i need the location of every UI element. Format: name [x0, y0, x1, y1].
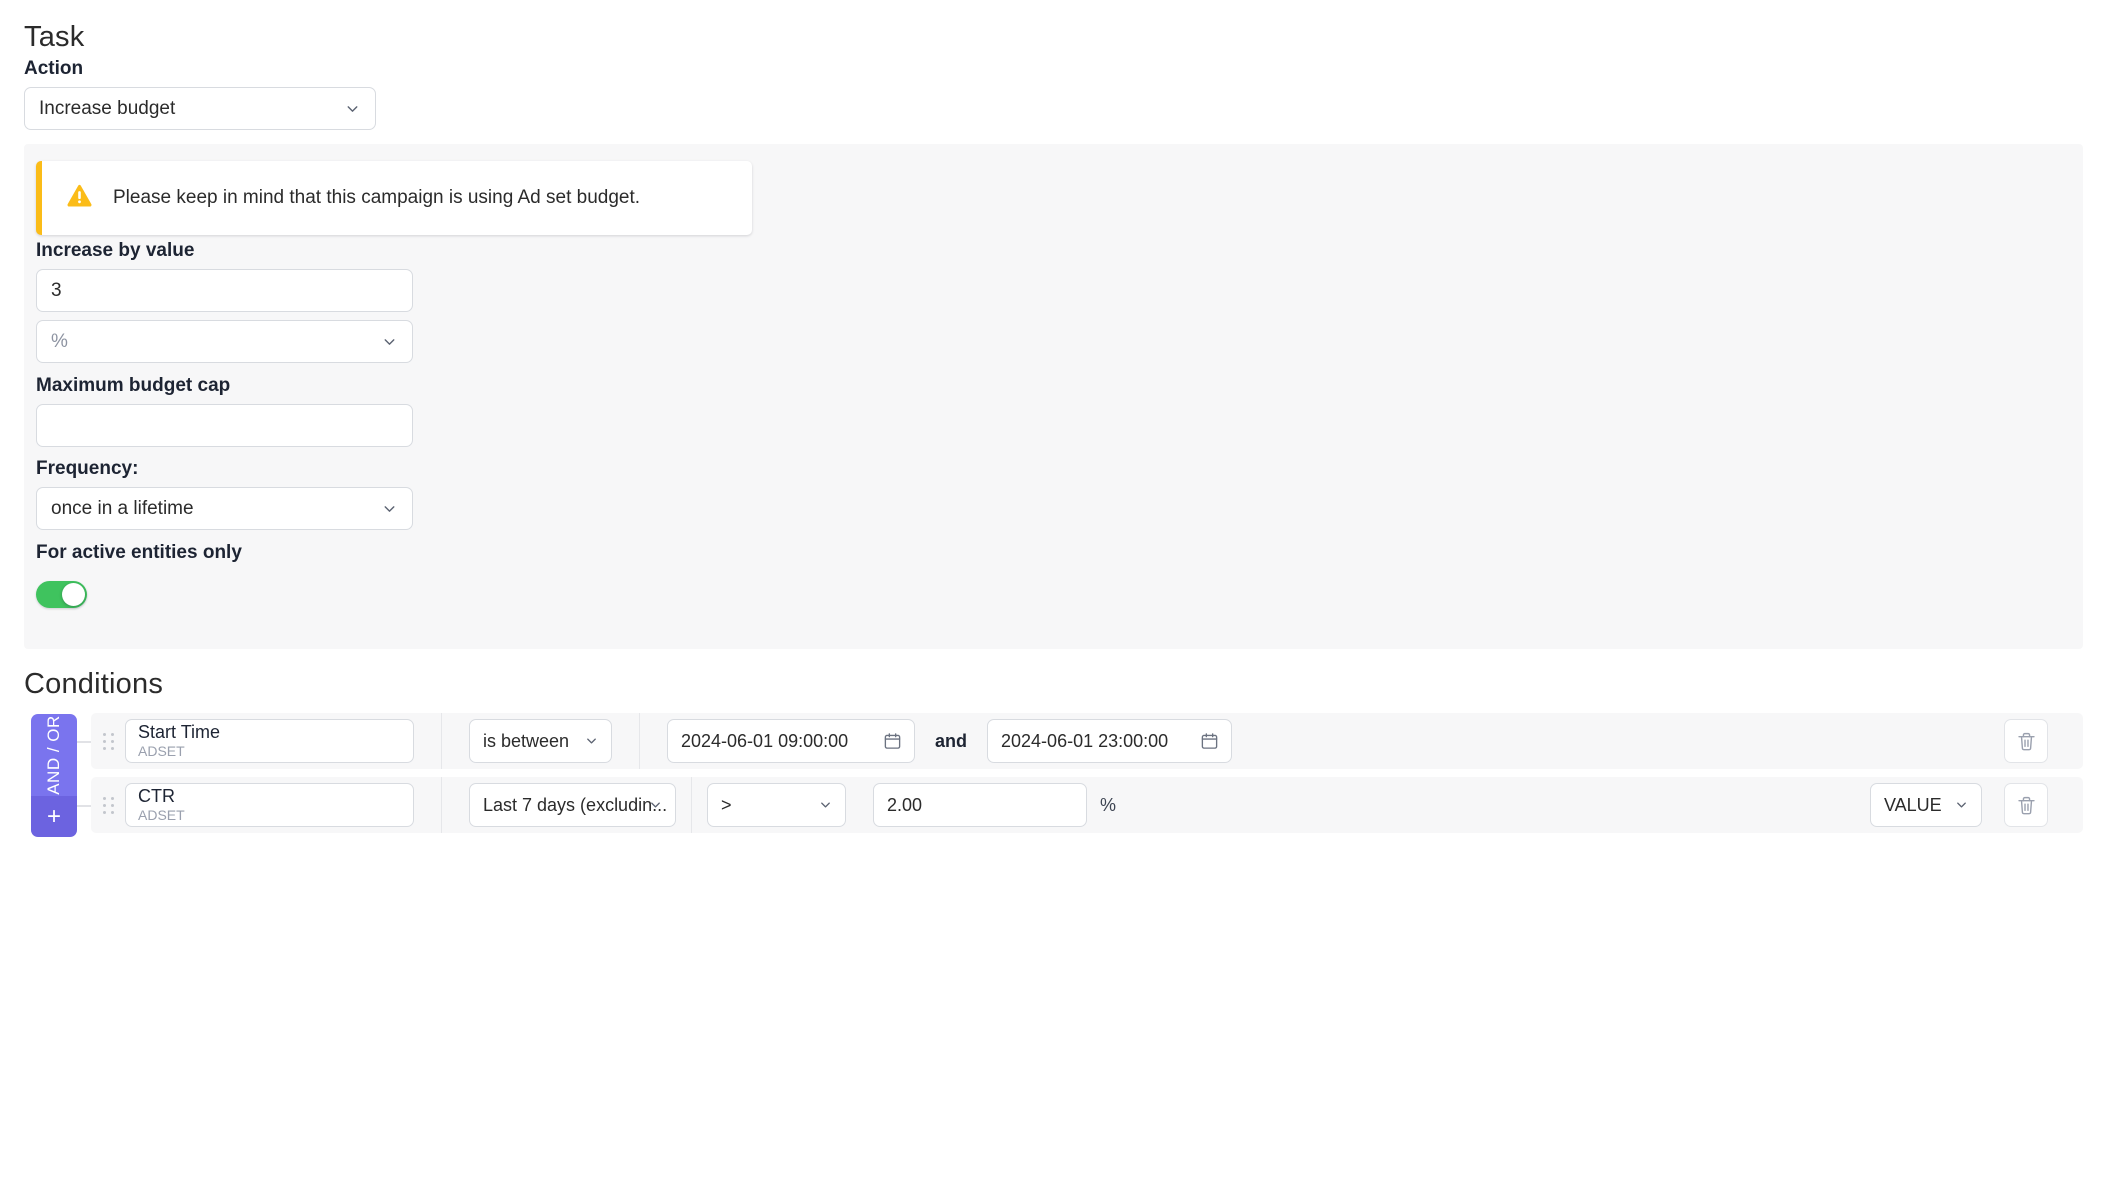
task-section-title: Task	[24, 21, 85, 53]
increase-unit-select[interactable]: %	[36, 320, 413, 363]
action-field-label: Action	[24, 58, 84, 79]
chevron-down-icon	[344, 100, 361, 117]
condition-value-text: 2.00	[887, 794, 923, 815]
chevron-down-icon	[381, 333, 398, 350]
and-or-operator-label: AND / OR	[44, 715, 63, 795]
condition-datetime-from-input[interactable]: 2024-06-01 09:00:00	[667, 719, 915, 763]
delete-condition-button[interactable]	[2004, 719, 2048, 763]
row-divider	[691, 777, 692, 833]
chevron-down-icon	[818, 798, 833, 813]
task-settings-panel: Please keep in mind that this campaign i…	[24, 144, 2083, 649]
condition-metric-level: ADSET	[138, 742, 185, 759]
maximum-budget-cap-label: Maximum budget cap	[36, 375, 231, 396]
chevron-down-icon	[1954, 798, 1969, 813]
condition-value-input[interactable]: 2.00	[873, 783, 1087, 827]
add-condition-label: +	[46, 802, 61, 830]
warning-triangle-icon	[66, 182, 93, 214]
calendar-icon[interactable]	[883, 732, 902, 751]
drag-handle-icon[interactable]	[91, 777, 125, 833]
chevron-down-icon	[648, 798, 663, 813]
maximum-budget-cap-input[interactable]	[36, 404, 413, 447]
conditions-section-title: Conditions	[24, 668, 164, 700]
and-or-operator-toggle[interactable]: AND / OR	[31, 714, 77, 796]
drag-handle-icon[interactable]	[91, 713, 125, 769]
increase-unit-value: %	[51, 330, 68, 352]
action-select-value: Increase budget	[39, 97, 176, 119]
condition-metric-name: Start Time	[138, 722, 221, 743]
group-connector-line-2	[77, 805, 91, 807]
for-active-entities-toggle[interactable]	[36, 581, 87, 608]
condition-row: CTR ADSET Last 7 days (excludin... > 2.0…	[91, 777, 2083, 833]
condition-timeframe-select[interactable]: Last 7 days (excludin...	[469, 783, 676, 827]
condition-row: Start Time ADSET is between 2024-06-01 0…	[91, 713, 2083, 769]
condition-group-control: AND / OR +	[31, 714, 77, 837]
add-condition-button[interactable]: +	[31, 796, 77, 837]
condition-value-unit: %	[1100, 794, 1117, 815]
calendar-icon[interactable]	[1200, 732, 1219, 751]
condition-datetime-to-input[interactable]: 2024-06-01 23:00:00	[987, 719, 1233, 763]
for-active-entities-label: For active entities only	[36, 542, 242, 563]
row-divider	[441, 713, 442, 769]
group-connector-line-1	[77, 741, 91, 743]
row-divider	[639, 713, 640, 769]
row-divider	[441, 777, 442, 833]
condition-value-type-select[interactable]: VALUE	[1870, 783, 1982, 827]
increase-by-value-label: Increase by value	[36, 240, 195, 261]
increase-by-value-text: 3	[51, 279, 62, 301]
condition-datetime-from-value: 2024-06-01 09:00:00	[681, 730, 849, 751]
condition-operator-value: is between	[483, 730, 570, 751]
budget-warning-banner: Please keep in mind that this campaign i…	[36, 161, 752, 235]
condition-comparator-select[interactable]: >	[707, 783, 846, 827]
frequency-label: Frequency:	[36, 458, 139, 479]
frequency-select[interactable]: once in a lifetime	[36, 487, 413, 530]
toggle-knob	[62, 583, 85, 606]
action-select[interactable]: Increase budget	[24, 87, 376, 130]
condition-operator-select[interactable]: is between	[469, 719, 612, 763]
budget-warning-message: Please keep in mind that this campaign i…	[113, 187, 641, 208]
condition-metric-select[interactable]: CTR ADSET	[125, 783, 414, 827]
condition-value-type-value: VALUE	[1884, 794, 1942, 815]
automation-rule-editor: Task Action Increase budget Please keep …	[0, 0, 2107, 1179]
increase-by-value-input[interactable]: 3	[36, 269, 413, 312]
chevron-down-icon	[381, 500, 398, 517]
condition-metric-select[interactable]: Start Time ADSET	[125, 719, 414, 763]
condition-datetime-to-value: 2024-06-01 23:00:00	[1001, 730, 1169, 751]
condition-metric-level: ADSET	[138, 806, 185, 823]
trash-icon	[2017, 732, 2035, 750]
condition-conjunction-label: and	[935, 730, 968, 751]
condition-timeframe-value: Last 7 days (excludin...	[483, 794, 668, 815]
condition-comparator-value: >	[721, 794, 732, 815]
conditions-area: AND / OR + Start Time ADSET is between 2…	[0, 709, 2107, 839]
frequency-value: once in a lifetime	[51, 497, 194, 519]
chevron-down-icon	[584, 734, 599, 749]
delete-condition-button[interactable]	[2004, 783, 2048, 827]
trash-icon	[2017, 796, 2035, 814]
condition-metric-name: CTR	[138, 786, 175, 807]
